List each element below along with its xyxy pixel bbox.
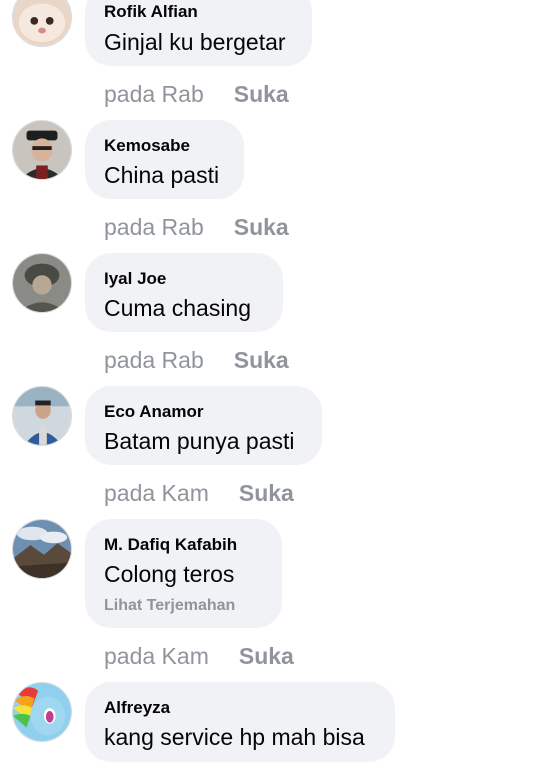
comment-text: Batam punya pasti <box>104 428 295 454</box>
like-button[interactable]: Suka <box>234 214 289 240</box>
comment-text: kang service hp mah bisa <box>104 724 365 750</box>
avatar[interactable] <box>12 682 72 742</box>
comment-text: Colong teros <box>104 561 235 587</box>
avatar[interactable] <box>12 0 72 47</box>
avatar[interactable] <box>12 519 72 579</box>
comment-author[interactable]: Kemosabe <box>104 136 190 156</box>
comment-meta: pada Kam Suka <box>104 480 294 507</box>
avatar[interactable] <box>12 386 72 446</box>
comment-timestamp[interactable]: pada Rab <box>104 347 204 373</box>
comment-meta: pada Rab Suka <box>104 214 289 241</box>
avatar[interactable] <box>12 253 72 313</box>
comment-timestamp[interactable]: pada Kam <box>104 480 209 506</box>
comment-timestamp[interactable]: pada Kam <box>104 643 209 669</box>
comment-bubble: Eco Anamor Batam punya pasti <box>85 386 322 465</box>
see-translation-link[interactable]: Lihat Terjemahan <box>104 597 235 615</box>
comment-bubble: Kemosabe China pasti <box>85 120 244 199</box>
officer-avatar-icon <box>13 121 71 179</box>
comment-bubble: Iyal Joe Cuma chasing <box>85 253 283 332</box>
like-button[interactable]: Suka <box>239 643 294 669</box>
comment-text: Ginjal ku bergetar <box>104 29 286 55</box>
like-button[interactable]: Suka <box>234 81 289 107</box>
comment-bubble: Alfreyza kang service hp mah bisa <box>85 682 395 762</box>
avatar[interactable] <box>12 120 72 180</box>
comment-author[interactable]: M. Dafiq Kafabih <box>104 535 237 555</box>
comment-author[interactable]: Rofik Alfian <box>104 2 198 22</box>
comment-meta: pada Kam Suka <box>104 643 294 670</box>
comment-timestamp[interactable]: pada Rab <box>104 214 204 240</box>
comment-bubble: Rofik Alfian Ginjal ku bergetar <box>85 0 312 66</box>
comment-text: Cuma chasing <box>104 295 252 321</box>
comment-author[interactable]: Iyal Joe <box>104 269 166 289</box>
comment-meta: pada Rab Suka <box>104 81 289 108</box>
like-button[interactable]: Suka <box>234 347 289 373</box>
comment-timestamp[interactable]: pada Rab <box>104 81 204 107</box>
person-avatar-icon <box>13 387 71 445</box>
soldier-avatar-icon <box>13 254 71 312</box>
comment-meta: pada Rab Suka <box>104 347 289 374</box>
cat-avatar-icon <box>13 0 71 46</box>
comment-author[interactable]: Eco Anamor <box>104 402 204 422</box>
comment-text: China pasti <box>104 162 220 188</box>
landscape-avatar-icon <box>13 520 71 578</box>
pony-avatar-icon <box>13 683 71 741</box>
like-button[interactable]: Suka <box>239 480 294 506</box>
comment-author[interactable]: Alfreyza <box>104 698 170 718</box>
comment-bubble: M. Dafiq Kafabih Colong teros Lihat Terj… <box>85 519 282 628</box>
